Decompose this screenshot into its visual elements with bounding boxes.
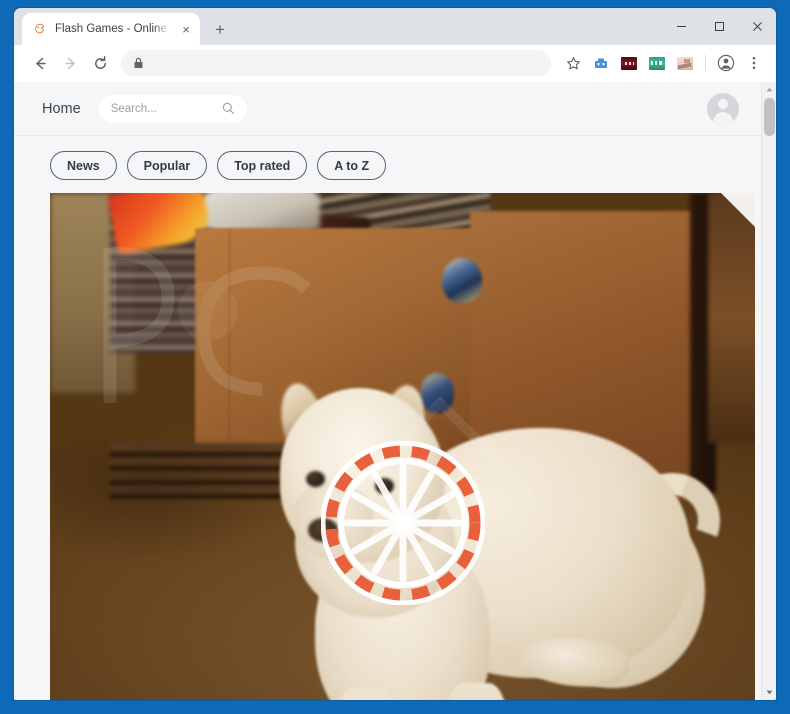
tab-title: Flash Games - Online Flash Gam (55, 23, 171, 35)
extension-icon-maroon[interactable] (616, 50, 642, 76)
browser-menu-icon[interactable] (741, 50, 767, 76)
extension-chip-pink (677, 56, 693, 70)
extension-chip-maroon (621, 56, 637, 70)
search-icon[interactable] (222, 102, 235, 115)
page-viewport: Home News (14, 82, 776, 700)
page-scrollbar[interactable] (761, 82, 776, 700)
scrollbar-thumb[interactable] (764, 98, 775, 136)
scrollbar-down-button[interactable] (762, 685, 776, 700)
bookmark-star-icon[interactable] (560, 50, 586, 76)
forward-button[interactable] (56, 49, 84, 77)
browser-tab[interactable]: Flash Games - Online Flash Gam × (22, 13, 200, 45)
window-close-button[interactable] (738, 12, 776, 42)
toolbar-divider (705, 55, 706, 71)
filter-bar: News Popular Top rated A to Z (14, 136, 761, 193)
dog-eye-left (306, 471, 325, 487)
hero-media-card[interactable] (50, 193, 755, 700)
dog-eye-right (375, 478, 394, 494)
browser-window: Flash Games - Online Flash Gam × + (14, 8, 776, 700)
extension-chip-teal (649, 56, 665, 70)
address-bar-url (153, 57, 195, 69)
dog-nose (308, 518, 338, 542)
address-bar[interactable] (121, 50, 551, 76)
nav-link-home[interactable]: Home (42, 101, 81, 117)
user-avatar[interactable] (707, 92, 739, 125)
browser-toolbar (14, 45, 776, 82)
window-minimize-button[interactable] (662, 12, 700, 42)
tab-close-icon[interactable]: × (178, 21, 194, 37)
back-button[interactable] (26, 49, 54, 77)
filter-button-popular[interactable]: Popular (126, 151, 208, 180)
new-tab-button[interactable]: + (206, 15, 234, 43)
lock-icon (133, 57, 144, 69)
tab-strip: Flash Games - Online Flash Gam × + (14, 8, 776, 45)
extension-icon-blue[interactable] (588, 50, 614, 76)
window-maximize-button[interactable] (700, 12, 738, 42)
profile-avatar-icon[interactable] (713, 50, 739, 76)
scrollbar-up-button[interactable] (762, 82, 776, 97)
site-header: Home (14, 82, 761, 136)
extension-icon-pink[interactable] (672, 50, 698, 76)
image-corner-fold (721, 193, 755, 227)
window-controls (662, 8, 776, 45)
filter-button-top-rated[interactable]: Top rated (217, 151, 308, 180)
dog-subject (50, 193, 755, 700)
flash-game-favicon (32, 21, 48, 37)
search-box[interactable] (98, 94, 247, 123)
page-content: Home News (14, 82, 761, 700)
filter-button-news[interactable]: News (50, 151, 117, 180)
reload-button[interactable] (86, 49, 114, 77)
extension-icon-teal[interactable] (644, 50, 670, 76)
desktop-backdrop: Flash Games - Online Flash Gam × + (0, 0, 790, 714)
dog-muzzle (294, 481, 374, 559)
filter-button-a-to-z[interactable]: A to Z (317, 151, 387, 180)
search-input[interactable] (110, 102, 216, 115)
